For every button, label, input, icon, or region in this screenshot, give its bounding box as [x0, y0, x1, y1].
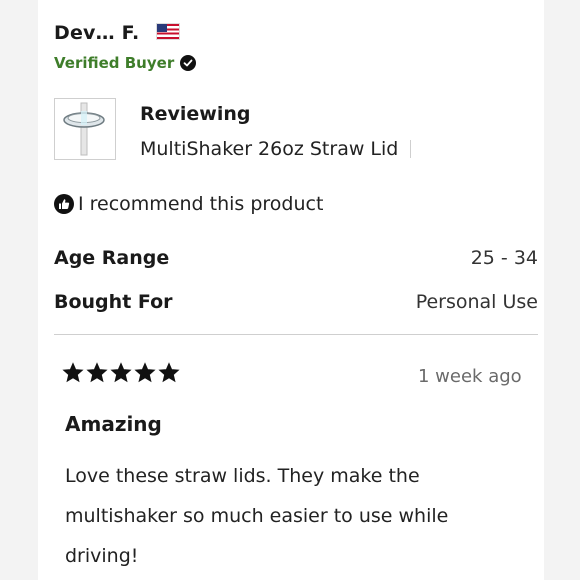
star-icon — [134, 362, 156, 383]
reviewing-label: Reviewing — [140, 103, 251, 125]
attribute-row-age-range: Age Range 25 - 34 — [54, 247, 538, 269]
us-flag-icon — [156, 23, 180, 40]
attribute-row-bought-for: Bought For Personal Use — [54, 291, 538, 313]
straw-lid-icon — [63, 102, 105, 156]
star-icon — [158, 362, 180, 383]
recommendation-text: I recommend this product — [78, 193, 324, 215]
thumbs-up-icon — [54, 194, 74, 214]
review-date: 1 week ago — [418, 366, 522, 387]
verified-buyer-label: Verified Buyer — [54, 54, 175, 72]
star-icon — [62, 362, 84, 383]
product-thumbnail[interactable] — [54, 98, 116, 160]
star-icon — [86, 362, 108, 383]
attribute-label: Age Range — [54, 247, 170, 269]
recommendation: I recommend this product — [54, 193, 323, 215]
checkmark-icon — [180, 55, 197, 71]
verified-buyer-badge: Verified Buyer — [54, 54, 197, 72]
section-divider — [54, 334, 538, 335]
product-name-link[interactable]: MultiShaker 26oz Straw Lid — [140, 138, 410, 160]
attribute-value: 25 - 34 — [470, 247, 538, 269]
attribute-label: Bought For — [54, 291, 173, 313]
review-title: Amazing — [65, 412, 162, 436]
attribute-value: Personal Use — [415, 291, 538, 313]
reviewer-name: Dev… F. — [54, 22, 140, 44]
product-divider — [410, 140, 411, 158]
star-icon — [110, 362, 132, 383]
review-body: Love these straw lids. They make the mul… — [65, 465, 449, 567]
star-rating — [62, 362, 180, 384]
